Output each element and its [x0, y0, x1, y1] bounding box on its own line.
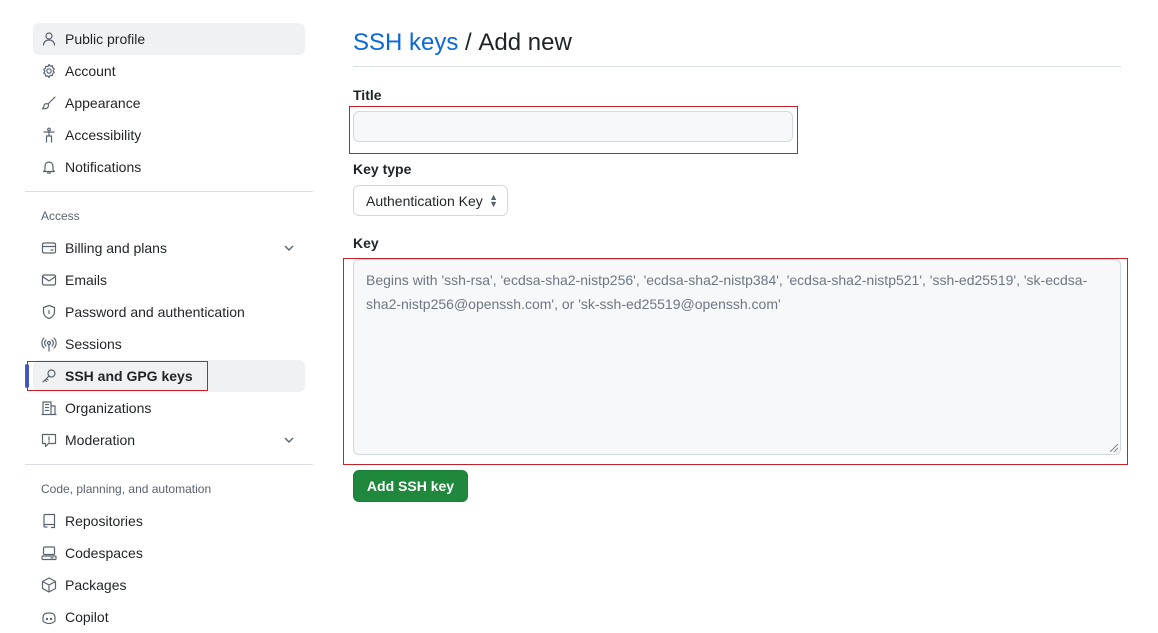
- codespaces-icon: [41, 545, 57, 561]
- report-icon: [41, 432, 57, 448]
- sidebar-item-billing-and-plans[interactable]: Billing and plans: [33, 232, 305, 264]
- title-input[interactable]: [353, 111, 793, 142]
- sidebar-item-codespaces[interactable]: Codespaces: [33, 537, 305, 569]
- sidebar-item-label: Organizations: [65, 400, 152, 416]
- sidebar-item-label: Accessibility: [65, 127, 142, 143]
- sidebar-item-sessions[interactable]: Sessions: [33, 328, 305, 360]
- sidebar-item-label: Public profile: [65, 31, 146, 47]
- resize-handle[interactable]: [1110, 444, 1118, 452]
- sidebar-item-copilot[interactable]: Copilot: [33, 601, 305, 633]
- sidebar-item-label: Repositories: [65, 513, 143, 529]
- section-heading-code: Code, planning, and automation: [41, 482, 212, 496]
- chevron-down-icon[interactable]: [281, 240, 297, 256]
- package-icon: [41, 577, 57, 593]
- sidebar-item-label: Notifications: [65, 159, 142, 175]
- sidebar-item-label: Moderation: [65, 432, 136, 448]
- sidebar-item-ssh-and-gpg-keys[interactable]: SSH and GPG keys: [25, 360, 305, 392]
- sidebar-item-repositories[interactable]: Repositories: [33, 505, 305, 537]
- key-textarea[interactable]: Begins with 'ssh-rsa', 'ecdsa-sha2-nistp…: [353, 259, 1121, 455]
- sidebar-item-moderation[interactable]: Moderation: [33, 424, 305, 456]
- key-type-select[interactable]: Authentication Key ▲ ▼: [353, 185, 508, 216]
- breadcrumb-separator: /: [458, 28, 479, 56]
- title-label: Title: [353, 87, 382, 103]
- organization-icon: [41, 400, 57, 416]
- bell-icon: [41, 159, 57, 175]
- sidebar-item-public-profile[interactable]: Public profile: [33, 23, 305, 55]
- sidebar-item-notifications[interactable]: Notifications: [33, 151, 305, 183]
- broadcast-icon: [41, 336, 57, 352]
- key-icon: [41, 368, 57, 384]
- sidebar-item-label: Sessions: [65, 336, 122, 352]
- credit-card-icon: [41, 240, 57, 256]
- sidebar-item-password-and-authentication[interactable]: Password and authentication: [33, 296, 305, 328]
- sidebar-item-account[interactable]: Account: [33, 55, 305, 87]
- sidebar-item-label: Password and authentication: [65, 304, 245, 320]
- shield-lock-icon: [41, 304, 57, 320]
- sidebar-item-emails[interactable]: Emails: [33, 264, 305, 296]
- sidebar-item-label: Packages: [65, 577, 127, 593]
- select-arrows-icon: ▲ ▼: [489, 192, 498, 209]
- sidebar-item-accessibility[interactable]: Accessibility: [33, 119, 305, 151]
- section-heading-access: Access: [41, 209, 80, 223]
- add-ssh-key-button[interactable]: Add SSH key: [353, 470, 468, 502]
- divider: [25, 191, 313, 192]
- key-placeholder: Begins with 'ssh-rsa', 'ecdsa-sha2-nistp…: [366, 272, 1088, 312]
- copilot-icon: [41, 609, 57, 625]
- key-type-label: Key type: [353, 161, 412, 177]
- paintbrush-icon: [41, 95, 57, 111]
- page-title: SSH keys / Add new: [353, 23, 1121, 67]
- sidebar-item-label: Emails: [65, 272, 108, 288]
- mail-icon: [41, 272, 57, 288]
- repo-icon: [41, 513, 57, 529]
- chevron-down-icon[interactable]: [281, 432, 297, 448]
- main-content: SSH keys / Add new Title Key type Authen…: [353, 23, 1121, 502]
- sidebar-item-label: Codespaces: [65, 545, 143, 561]
- sidebar-item-appearance[interactable]: Appearance: [33, 87, 305, 119]
- page-title-text: Add new: [478, 28, 572, 56]
- person-icon: [41, 31, 57, 47]
- sidebar-item-label: SSH and GPG keys: [65, 368, 193, 384]
- sidebar-item-label: Appearance: [65, 95, 141, 111]
- sidebar-item-packages[interactable]: Packages: [33, 569, 305, 601]
- sidebar-item-label: Account: [65, 63, 116, 79]
- key-label: Key: [353, 235, 379, 251]
- sidebar-item-label: Copilot: [65, 609, 109, 625]
- sidebar-item-label: Billing and plans: [65, 240, 167, 256]
- accessibility-icon: [41, 127, 57, 143]
- breadcrumb-ssh-keys-link[interactable]: SSH keys: [353, 29, 458, 57]
- settings-sidebar: Public profile Account Appearance Accessibi…: [25, 23, 313, 633]
- sidebar-item-organizations[interactable]: Organizations: [33, 392, 305, 424]
- key-type-value: Authentication Key: [366, 192, 483, 209]
- divider: [25, 464, 313, 465]
- gear-icon: [41, 63, 57, 79]
